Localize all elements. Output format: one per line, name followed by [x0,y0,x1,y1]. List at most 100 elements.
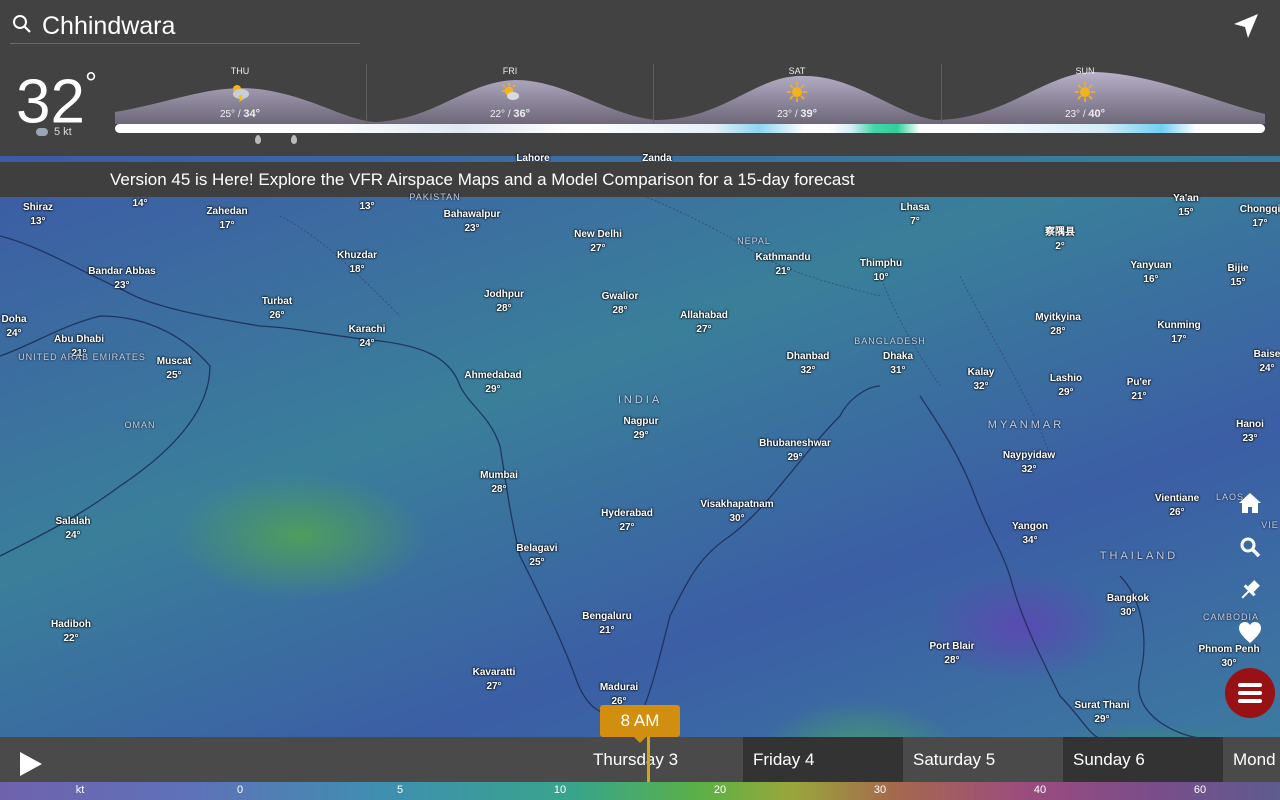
city-label[interactable]: 14° [132,197,147,211]
forecast-day-thu[interactable]: THU 25° / 34° [100,62,380,122]
city-label[interactable]: Kalay 32° [968,366,995,394]
city-label[interactable]: Yanyuan 16° [1130,259,1171,287]
city-label[interactable]: Bahawalpur 23° [444,208,501,236]
city-label[interactable]: Visakhapatnam 30° [700,498,773,526]
forecast-day-sun[interactable]: SUN 23° / 40° [945,62,1225,122]
city-label[interactable]: Naypyidaw 32° [1003,449,1055,477]
city-label[interactable]: Port Blair 28° [929,640,974,668]
search-input[interactable]: Chhindwara [42,12,175,41]
day-separator [941,64,942,126]
timeline-day-friday[interactable]: Friday 4 [743,737,903,782]
city-label[interactable]: Pu'er 21° [1127,376,1152,404]
city-name: Baise [1253,349,1280,360]
city-label[interactable]: Yangon 34° [1012,520,1048,548]
city-label[interactable]: Phnom Penh 30° [1198,643,1259,671]
city-label[interactable]: Kathmandu 21° [756,251,811,279]
city-label[interactable]: Shiraz 13° [23,201,53,229]
city-label[interactable]: Hadiboh 22° [51,618,91,646]
city-name: Hanoi [1236,419,1264,430]
forecast-day-sat[interactable]: SAT 23° / 39° [657,62,937,122]
pin-icon[interactable] [1237,577,1263,603]
city-name: Madurai [599,682,639,693]
city-label[interactable]: Jodhpur 28° [484,288,524,316]
city-name: New Delhi [574,229,622,240]
city-temp: 24° [6,328,22,339]
city-label[interactable]: Zahedan 17° [206,205,247,233]
city-label[interactable]: Lhasa 7° [901,201,930,229]
location-arrow-icon[interactable] [1232,12,1260,40]
city-label[interactable]: Lashio 29° [1050,372,1082,400]
search-icon[interactable] [12,14,32,34]
city-name: Muscat [156,356,192,367]
city-label[interactable]: Baise 24° [1254,348,1280,376]
timeline-day-saturday[interactable]: Saturday 5 [903,737,1063,782]
city-label[interactable]: Bandar Abbas 23° [88,265,155,293]
city-label[interactable]: Hanoi 23° [1236,418,1264,446]
legend-tick: 5 [396,784,404,796]
city-label[interactable]: Thimphu 10° [860,257,902,285]
timeline-cursor[interactable] [647,737,650,782]
partly-sunny-icon [502,83,519,100]
menu-button[interactable] [1225,668,1275,718]
city-label[interactable]: Vientiane 26° [1155,492,1199,520]
city-label[interactable]: Bengaluru 21° [582,610,631,638]
heart-icon[interactable] [1237,620,1263,646]
home-icon[interactable] [1237,490,1263,516]
city-label[interactable]: Kunming 17° [1157,319,1200,347]
city-label[interactable]: Gwalior 28° [602,290,639,318]
city-label[interactable]: 13° [359,200,374,214]
city-label[interactable]: Dhanbad 32° [787,350,830,378]
city-label[interactable]: Mumbai 28° [480,469,518,497]
city-temp: 28° [496,303,512,314]
city-name: Bandar Abbas [88,266,156,277]
city-label[interactable]: Allahabad 27° [680,309,728,337]
city-label[interactable]: Karachi 24° [349,323,386,351]
city-name: Yangon [1011,521,1049,532]
location-search[interactable]: Chhindwara [10,6,360,44]
city-label[interactable]: Kavaratti 27° [473,666,516,694]
play-icon[interactable] [20,752,42,776]
city-label[interactable]: New Delhi 27° [574,228,622,256]
city-temp: 25° [529,557,545,568]
city-label[interactable]: Ahmedabad 29° [464,369,521,397]
city-label[interactable]: Salalah 24° [55,515,90,543]
city-label[interactable]: Bangkok 30° [1107,592,1149,620]
city-name: Surat Thani [1074,700,1130,711]
city-label[interactable]: Hyderabad 27° [601,507,653,535]
city-label[interactable]: Doha 24° [2,313,27,341]
city-label[interactable]: Muscat 25° [157,355,191,383]
city-name: Yanyuan [1130,260,1172,271]
forecast-header: Chhindwara 32° 5 kt THU 25° / 34° FRI 22… [0,0,1280,156]
legend-tick: 60 [1193,784,1207,796]
city-label[interactable]: Khuzdar 18° [337,249,377,277]
wind-map[interactable] [0,156,1280,738]
timeline-day-thursday[interactable]: Thursday 3 [583,737,743,782]
city-label[interactable]: 察隅县 2° [1045,226,1075,254]
city-label[interactable]: Dhaka 31° [883,350,913,378]
city-temp: 29° [485,384,501,395]
city-name: Bijie [1227,263,1249,274]
timeline-day-monday[interactable]: Mond [1223,737,1280,782]
city-label[interactable]: Myitkyina 28° [1035,311,1081,339]
city-label[interactable]: Bijie 15° [1227,262,1248,290]
city-name: Belagavi [516,543,558,554]
city-label[interactable]: Turbat 26° [262,295,292,323]
search-icon[interactable] [1237,534,1263,560]
announcement-banner[interactable]: Version 45 is Here! Explore the VFR Airs… [0,162,1280,197]
city-label[interactable]: Chongqi 17° [1240,203,1280,231]
city-label[interactable]: Bhubaneshwar 29° [759,437,831,465]
city-label[interactable]: Surat Thani 29° [1074,699,1129,727]
legend-tick: 10 [553,784,567,796]
city-label[interactable]: Ya'an 15° [1173,192,1199,220]
city-temp: 13° [30,216,46,227]
city-temp: 34° [1022,535,1038,546]
city-temp: 15° [1178,207,1194,218]
time-indicator[interactable]: 8 AM [600,705,680,743]
city-name: Doha [1,314,27,325]
timeline-day-sunday[interactable]: Sunday 6 [1063,737,1223,782]
city-label[interactable]: Nagpur 29° [624,415,659,443]
menu-icon-bar [1238,699,1262,703]
city-name: Shiraz [22,202,54,213]
forecast-day-fri[interactable]: FRI 22° / 36° [370,62,650,122]
city-label[interactable]: Belagavi 25° [516,542,557,570]
